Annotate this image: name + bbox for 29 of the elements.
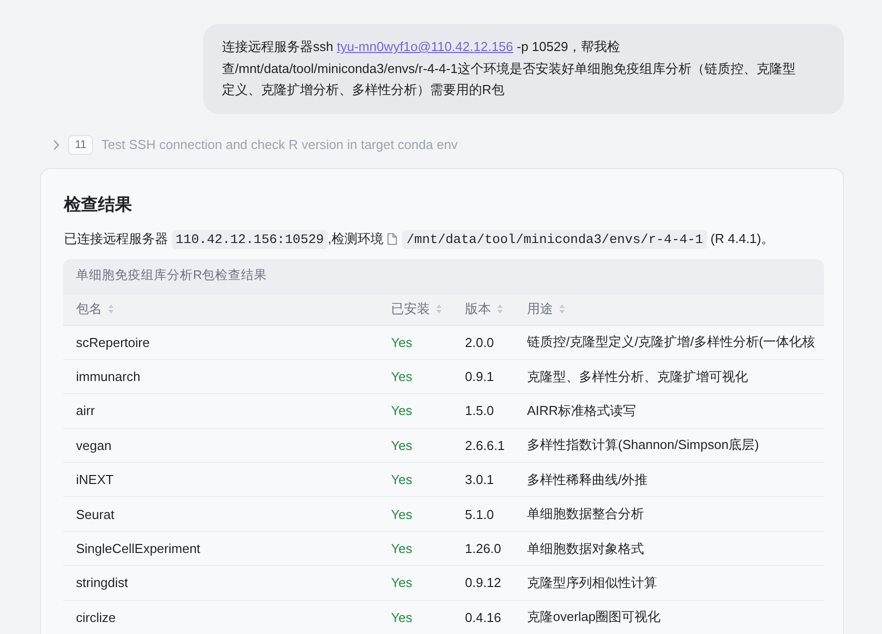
table-cell: 2.0.0 — [452, 326, 514, 360]
summary-text: ,检测环境 — [328, 230, 384, 246]
table-caption: 单细胞免疫组库分析R包检查结果 — [63, 258, 824, 292]
chevron-icon[interactable] — [53, 140, 60, 150]
table-cell: Yes — [378, 326, 452, 360]
column-header[interactable]: 包名 — [63, 292, 378, 326]
column-header[interactable]: 版本 — [452, 292, 514, 326]
sort-icon[interactable] — [559, 304, 565, 314]
ssh-link[interactable]: tyu-mn0wyf1o@110.42.12.156 — [336, 39, 514, 54]
table-cell: 2.6.6.1 — [452, 428, 514, 464]
table-cell: vegan — [63, 428, 378, 464]
message-text: 连接远程服务器ssh tyu-mn0wyf1o@110.42.12.156 -p 10529，帮我检查/mnt/data/tool/miniconda3/envs/r-4-4-1这个环境是否安装好单细胞免疫组库分析（链质控、克隆型定义、克隆扩增分析、多样性分析）需要用的R包 — [222, 38, 797, 99]
result-heading: 检查结果 — [64, 194, 133, 216]
column-header[interactable]: 已安装 — [378, 292, 452, 326]
sort-icon[interactable] — [436, 304, 442, 314]
file-icon — [387, 232, 398, 244]
table-cell: Yes — [378, 428, 452, 464]
table-cell: 链质控/克隆型定义/克隆扩增/多样性分析(一体化核 — [514, 326, 824, 360]
table-cell: 多样性指数计算(Shannon/Simpson底层) — [514, 428, 824, 464]
summary-text: 已连接远程服务器 — [64, 230, 169, 246]
step-title[interactable]: Test SSH connection and check R version in target conda env — [101, 137, 458, 152]
table-cell: scRepertoire — [63, 326, 378, 360]
sort-icon[interactable] — [497, 304, 503, 314]
file-path-code[interactable]: /mnt/data/tool/miniconda3/envs/r-4-4-1 — [402, 230, 707, 248]
inline-code: 110.42.12.156:10529 — [172, 230, 328, 248]
step-number-badge: 11 — [68, 134, 94, 154]
sort-icon[interactable] — [108, 304, 114, 314]
summary-text: (R 4.4.1)。 — [710, 230, 774, 246]
column-header[interactable]: 用途 — [514, 292, 824, 326]
